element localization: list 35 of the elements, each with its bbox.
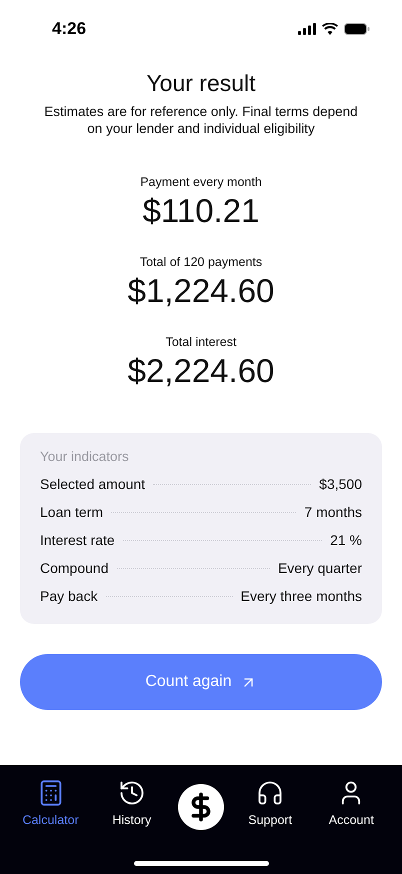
count-again-button[interactable]: Count again — [20, 654, 382, 710]
metric-label: Total interest — [166, 335, 236, 349]
indicator-label: Compound — [40, 559, 108, 578]
tab-item[interactable]: History — [96, 779, 167, 827]
battery-icon — [344, 23, 370, 35]
tab-label: Calculator — [22, 813, 79, 827]
metric-value: $110.21 — [142, 191, 260, 231]
indicator-value: $3,500 — [319, 475, 362, 494]
indicator-value: 21 % — [330, 531, 362, 550]
wifi-icon — [322, 23, 338, 35]
tab-label: Account — [328, 813, 374, 827]
page-title: Your result — [146, 70, 256, 97]
card-title: Your indicators — [40, 449, 130, 464]
tab-item[interactable]: Calculator — [16, 779, 86, 827]
tab-item[interactable]: Support — [235, 779, 306, 827]
metric-value: $1,224.60 — [128, 271, 274, 311]
indicator-label: Loan term — [40, 503, 104, 522]
indicator-value: Every three months — [240, 587, 362, 606]
history-icon — [118, 779, 146, 807]
tab-item[interactable]: Account — [316, 779, 386, 827]
indicator-value: Every quarter — [278, 559, 362, 578]
dollar-button[interactable] — [178, 784, 224, 830]
signal-icon — [298, 23, 316, 35]
indicator-label: Selected amount — [40, 475, 146, 494]
metric-label: Total of 120 payments — [140, 255, 262, 269]
metric-label: Payment every month — [140, 175, 262, 189]
metric-value: $2,224.60 — [128, 351, 274, 391]
tab-label: Support — [248, 813, 292, 827]
status-time: 4:26 — [52, 19, 86, 39]
disclaimer-text: Estimates are for reference only. Final terms depend on your lender and individual eligibility — [43, 103, 359, 137]
indicator-value: 7 months — [304, 503, 362, 522]
indicator-label: Interest rate — [40, 531, 115, 550]
tab-label: History — [112, 813, 152, 827]
headphones-icon — [256, 779, 284, 807]
indicator-label: Pay back — [40, 587, 98, 606]
